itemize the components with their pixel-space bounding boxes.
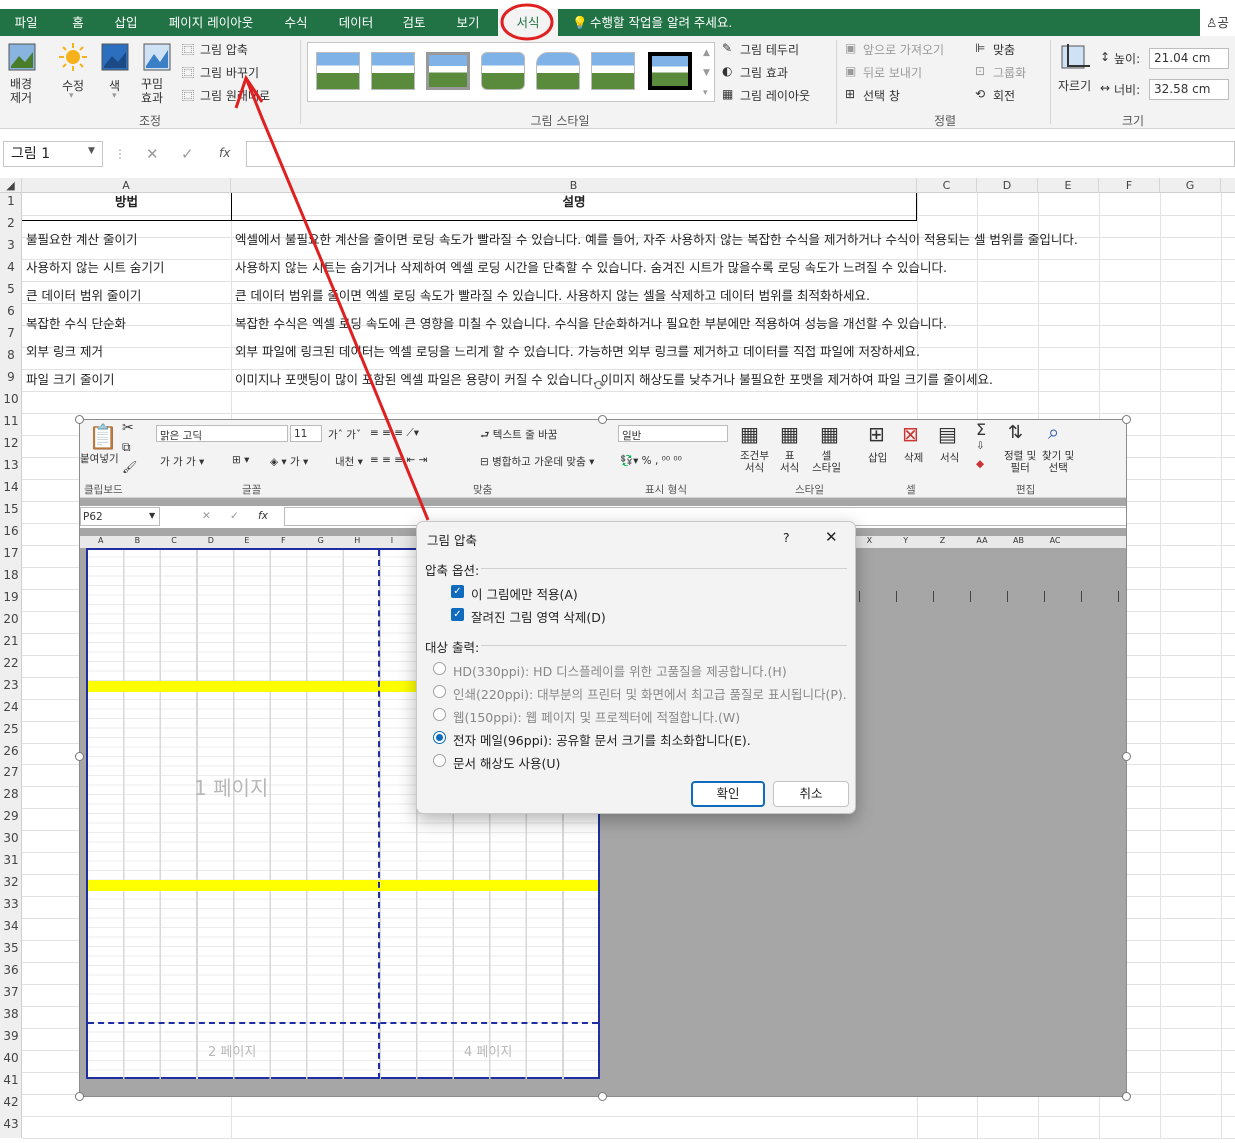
annotation-arrowhead [234, 74, 264, 109]
annotation-arrow [244, 77, 430, 521]
grid-line [22, 1138, 1235, 1140]
red-annotation-overlay [234, 3, 554, 521]
annotation-circle [500, 3, 554, 41]
